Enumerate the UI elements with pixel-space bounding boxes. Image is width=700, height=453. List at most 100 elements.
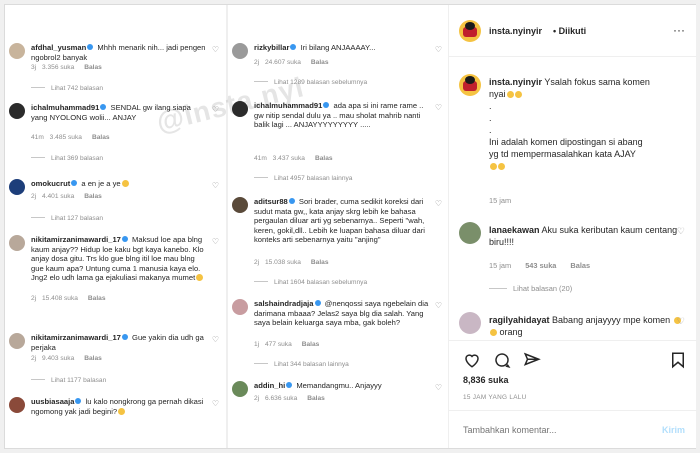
reply-button[interactable]: Balas [311, 259, 329, 266]
laughing-emoji-icon [506, 91, 514, 98]
post-actions: 8,836 suka 15 JAM YANG LALU [449, 340, 697, 410]
verified-badge-icon [87, 44, 94, 50]
reply-button[interactable]: Balas [570, 261, 590, 270]
heart-icon[interactable]: ♡ [212, 105, 219, 114]
comment-username[interactable]: rizkybillar [254, 43, 289, 52]
heart-icon[interactable]: ♡ [677, 316, 685, 327]
verified-badge-icon [100, 104, 107, 110]
side-comment: ragilyahidayat Babang anjayyyy mpe komen… [489, 314, 685, 338]
reply-button[interactable]: Balas [84, 64, 102, 71]
post-username[interactable]: insta.nyinyir [489, 26, 542, 36]
heart-icon[interactable]: ♡ [435, 383, 442, 392]
heart-icon[interactable]: ♡ [212, 237, 219, 246]
comment-username[interactable]: omokucrut [31, 179, 70, 188]
comment-likes: 6.636 suka [264, 395, 298, 402]
verified-badge-icon [323, 102, 330, 108]
add-comment-input[interactable] [463, 425, 643, 435]
reply-button[interactable]: Balas [92, 134, 110, 141]
reply-button[interactable]: Balas [307, 395, 325, 402]
view-replies-button[interactable]: Lihat 344 balasan lainnya [254, 361, 349, 368]
comment-likes: 543 suka [525, 261, 557, 270]
avatar [9, 235, 25, 251]
heart-icon[interactable]: ♡ [435, 45, 442, 54]
comment-username[interactable]: salshaindradjaja [254, 299, 314, 308]
comment-likes: 4.401 suka [41, 193, 75, 200]
comment-username[interactable]: ichalmuhammad91 [254, 101, 322, 110]
comment-username[interactable]: nikitamirzanimawardi_17 [31, 333, 121, 342]
reply-button[interactable]: Balas [302, 341, 320, 348]
column-divider [226, 5, 228, 448]
comment-text: Memandangmu.. Anjayyy [296, 381, 382, 390]
avatar[interactable] [459, 20, 481, 42]
laughing-emoji-icon [196, 274, 204, 282]
screenshot-frame: @insta.nyi afdhal_yusman Mhhh menarik ni… [4, 4, 697, 449]
comment-likes: 15.408 suka [41, 295, 78, 302]
view-replies-button[interactable]: Lihat 369 balasan [31, 155, 103, 162]
verified-badge-icon [71, 180, 78, 186]
view-replies-button[interactable]: Lihat 4957 balasan lainnya [254, 175, 352, 182]
comment-time: 41m [31, 134, 44, 141]
comment-username[interactable]: ichalmuhammad91 [31, 103, 99, 112]
avatar[interactable] [459, 222, 481, 244]
comment-username[interactable]: nikitamirzanimawardi_17 [31, 235, 121, 244]
more-options-icon[interactable]: ··· [673, 23, 685, 37]
reply-button[interactable]: Balas [84, 193, 102, 200]
heart-icon[interactable]: ♡ [212, 335, 219, 344]
avatar [9, 397, 25, 413]
comment-username[interactable]: uusbiasaaja [31, 397, 74, 406]
comment-username[interactable]: aditsur88 [254, 197, 288, 206]
post-time: 15 JAM YANG LALU [463, 394, 527, 401]
comment-username[interactable]: ragilyahidayat [489, 315, 550, 325]
heart-icon[interactable] [463, 351, 481, 369]
comment-text: Babang anjayyyy mpe komen [552, 315, 671, 325]
verified-badge-icon [290, 44, 297, 50]
comment-time: 2j [254, 59, 260, 66]
laughing-emoji-icon [118, 407, 126, 415]
bookmark-icon[interactable] [669, 351, 687, 369]
heart-icon[interactable]: ♡ [212, 181, 219, 190]
view-replies-button[interactable]: Lihat balasan (20) [489, 284, 572, 293]
comments-list[interactable]: insta.nyinyir Ysalah fokus sama komen ny… [449, 58, 697, 338]
comment-likes: 9.403 suka [41, 355, 75, 362]
send-button[interactable]: Kirim [662, 425, 685, 435]
avatar [9, 43, 25, 59]
comment-icon[interactable] [493, 351, 511, 369]
reply-button[interactable]: Balas [311, 59, 329, 66]
caption-line: Ysalah fokus sama komen [544, 77, 650, 87]
comment-username[interactable]: addin_hi [254, 381, 285, 390]
heart-icon[interactable]: ♡ [212, 399, 219, 408]
view-replies-button[interactable]: Lihat 1289 balasan sebelumnya [254, 79, 367, 86]
reply-button[interactable]: Balas [84, 355, 102, 362]
heart-icon[interactable]: ♡ [435, 103, 442, 112]
verified-badge-icon [121, 236, 128, 242]
comment-likes: 24.607 suka [264, 59, 301, 66]
view-replies-button[interactable]: Lihat 742 balasan [31, 85, 103, 92]
comment-time: 2j [254, 395, 260, 402]
heart-icon[interactable]: ♡ [677, 226, 685, 237]
comment-time: 2j [31, 295, 37, 302]
share-icon[interactable] [523, 351, 541, 369]
avatar [232, 197, 248, 213]
laughing-emoji-icon [121, 180, 129, 187]
reply-button[interactable]: Balas [88, 295, 106, 302]
view-replies-button[interactable]: Lihat 1177 balasan [31, 377, 106, 384]
avatar[interactable] [459, 312, 481, 334]
follow-status-button[interactable]: • Diikuti [553, 26, 586, 36]
post-sidebar: insta.nyinyir • Diikuti ··· insta.nyinyi… [448, 5, 697, 448]
comment-time: 2j [254, 259, 260, 266]
avatar [9, 333, 25, 349]
caption-line: . [489, 113, 492, 123]
laughing-emoji-icon [514, 91, 522, 98]
view-replies-button[interactable]: Lihat 1604 balasan sebelumnya [254, 279, 367, 286]
comment-username[interactable]: lanaekawan [489, 225, 540, 235]
heart-icon[interactable]: ♡ [212, 45, 219, 54]
avatar [232, 43, 248, 59]
comment-username[interactable]: afdhal_yusman [31, 43, 86, 52]
heart-icon[interactable]: ♡ [435, 199, 442, 208]
reply-button[interactable]: Balas [315, 155, 333, 162]
caption-username[interactable]: insta.nyinyir [489, 77, 542, 87]
view-replies-button[interactable]: Lihat 127 balasan [31, 215, 103, 222]
heart-icon[interactable]: ♡ [435, 301, 442, 310]
likes-count[interactable]: 8,836 suka [463, 375, 509, 385]
avatar[interactable] [459, 74, 481, 96]
